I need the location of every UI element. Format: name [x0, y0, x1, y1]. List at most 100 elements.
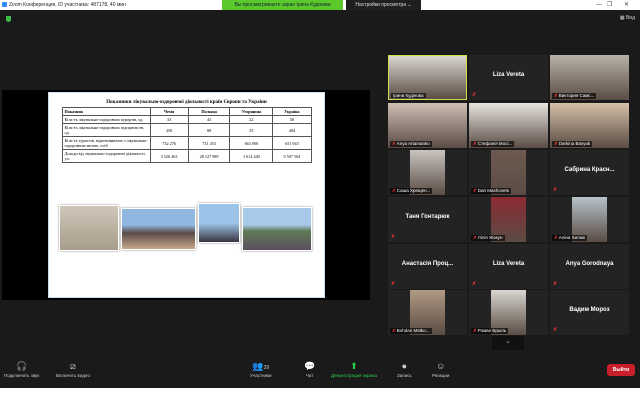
table-cell: Кіль-ть лікувально-оздоровчих курортів, …: [61, 115, 151, 124]
table-cell: Кіль-ть лікувально-оздоровчих підприємст…: [61, 123, 151, 137]
muted-mic-icon: ✗: [473, 141, 477, 146]
participant-name: Liza Vereta: [492, 261, 525, 267]
participant-tile[interactable]: Ірина Кудінова: [388, 55, 467, 100]
participant-tile[interactable]: ✗Darkina Basyuk: [550, 103, 629, 148]
muted-mic-icon: ✗: [553, 187, 558, 193]
slide-title: Показники лікувально-оздоровчої діяльнос…: [106, 100, 267, 105]
chat-button[interactable]: 💬 Чат: [304, 361, 315, 378]
participant-tile[interactable]: ✗Роман Брыль: [469, 290, 548, 335]
muted-mic-icon: ✗: [392, 188, 396, 193]
table-header: Показник Чехія Польща Угорщина Україна: [61, 107, 312, 116]
table-cell: 33: [149, 115, 189, 124]
table-cell: 58: [272, 115, 312, 124]
participants-count: 29: [263, 365, 270, 371]
participant-tile[interactable]: Liza Vereta ✗: [469, 244, 548, 289]
participant-name: Стефанія Мосі...: [477, 141, 513, 146]
minimize-button[interactable]: —: [596, 0, 602, 10]
view-options-button[interactable]: Настройки просмотра ⌄: [346, 0, 421, 10]
participant-name: Bohdan Matko...: [396, 328, 430, 333]
muted-mic-icon: ✗: [392, 328, 396, 333]
table-cell: 250: [149, 123, 189, 137]
muted-mic-icon: ✗: [554, 235, 558, 240]
participant-name-label: ✗Аліна Хилюк: [552, 235, 588, 241]
participant-name: Вадим Мороз: [569, 307, 610, 313]
participant-name: Anya Artamanko: [396, 141, 430, 146]
participant-name: Таня Гонтарюк: [405, 214, 450, 220]
participant-name-label: ✗Darkina Basyuk: [552, 141, 593, 147]
security-shield-icon[interactable]: [6, 16, 11, 22]
participant-tile[interactable]: Anya Gorodnaya ✗: [550, 244, 629, 289]
record-icon: ●: [401, 361, 408, 371]
participant-name-label: ✗Стефанія Мосі...: [471, 141, 515, 147]
participant-name-label: ✗Dari Mashovets: [471, 188, 512, 194]
muted-mic-icon: ✗: [392, 141, 396, 146]
table-cell: 663 000: [229, 136, 274, 150]
table-cell: 732 276: [149, 136, 189, 150]
header-cell: Чехія: [149, 107, 189, 116]
header-cell: Показник: [61, 107, 151, 116]
shared-screen: Показники лікувально-оздоровчої діяльнос…: [2, 90, 370, 300]
participants-icon: 👥29: [252, 361, 270, 371]
participant-tile[interactable]: Таня Гонтарюк ✗: [388, 197, 467, 242]
participant-name: Анастасія Проц...: [401, 261, 454, 267]
muted-mic-icon: ✗: [554, 141, 558, 146]
muted-mic-icon: ✗: [553, 281, 558, 287]
table-cell: 28 127 989: [187, 149, 231, 163]
start-video-button[interactable]: ⧄ Включить видео: [56, 361, 90, 378]
participant-name-label: ✗Лілія Жакун: [471, 235, 505, 241]
participants-button[interactable]: 👥29 Участники: [250, 361, 272, 378]
reactions-button[interactable]: ☺ Реакции: [432, 361, 449, 378]
table-cell: 9 507 504: [272, 149, 312, 163]
table-cell: 404: [272, 123, 312, 137]
share-screen-icon: ⬆: [350, 361, 358, 371]
participant-tile[interactable]: ✗Виктория Самс...: [550, 55, 629, 100]
muted-mic-icon: ✗: [472, 281, 477, 287]
participant-tile[interactable]: Вадим Мороз ✗: [550, 290, 629, 335]
participant-name: Darkina Basyuk: [558, 141, 591, 146]
participant-tile[interactable]: Liza Vereta ✗: [469, 55, 548, 100]
participant-tile[interactable]: ✗Стефанія Мосі...: [469, 103, 548, 148]
title-bar: Zoom Конференция, ID участника: 487178, …: [0, 0, 640, 10]
video-label: Включить видео: [56, 373, 90, 378]
table-row: Доходи від лікувально-оздоровчої діяльно…: [61, 149, 312, 163]
join-audio-button[interactable]: 🎧 Подключить звук: [4, 361, 39, 378]
participant-tile[interactable]: ✗Anya Artamanko: [388, 103, 467, 148]
participant-tile[interactable]: Сабрина Красн... ✗: [550, 150, 629, 195]
zoom-logo-icon: [2, 2, 7, 7]
participant-name: Саша Хрещен...: [396, 188, 431, 193]
participants-label: Участники: [250, 373, 272, 378]
participant-tile[interactable]: ✗Аліна Хилюк: [550, 197, 629, 242]
participant-name-label: ✗Bohdan Matko...: [390, 328, 432, 334]
table-cell: 22: [229, 115, 274, 124]
chat-label: Чат: [305, 373, 314, 378]
participant-name: Ірина Кудінова: [393, 93, 424, 98]
record-button[interactable]: ● Запись: [397, 361, 412, 378]
participant-name: Аліна Хилюк: [558, 235, 586, 240]
view-button[interactable]: ▦ Вид: [620, 15, 635, 21]
participant-name-label: ✗Роман Брыль: [471, 328, 509, 334]
participant-name-label: ✗Anya Artamanko: [390, 141, 432, 147]
participant-name: Liza Vereta: [492, 72, 525, 78]
table-cell: Доходи від лікувально-оздоровчої діяльно…: [61, 149, 151, 163]
participant-tile[interactable]: ✗Dari Mashovets: [469, 150, 548, 195]
participant-tile[interactable]: Анастасія Проц... ✗: [388, 244, 467, 289]
header-cell: Україна: [272, 107, 312, 116]
next-page-chevron-icon[interactable]: ⌄: [492, 336, 524, 350]
table-cell: 43: [187, 115, 231, 124]
presentation-slide: Показники лікувально-оздоровчої діяльнос…: [48, 92, 325, 298]
muted-mic-icon: ✗: [473, 235, 477, 240]
headphones-icon: 🎧: [16, 361, 28, 371]
muted-mic-icon: ✗: [473, 188, 477, 193]
participant-tile[interactable]: ✗Саша Хрещен...: [388, 150, 467, 195]
participant-tile[interactable]: ✗Лілія Жакун: [469, 197, 548, 242]
group-photo: [121, 208, 196, 250]
park-photo: [242, 207, 312, 251]
participant-name: Dari Mashovets: [477, 188, 510, 193]
leave-button[interactable]: Выйти: [607, 364, 635, 376]
participant-tile[interactable]: ✗Bohdan Matko...: [388, 290, 467, 335]
share-screen-button[interactable]: ⬆ Демонстрация экрана: [331, 361, 377, 378]
close-button[interactable]: ✕: [624, 0, 629, 10]
muted-mic-icon: ✗: [391, 234, 396, 240]
meeting-toolbar: 🎧 Подключить звук ⧄ Включить видео 👥29 Учас…: [0, 358, 640, 388]
maximize-button[interactable]: ❐: [607, 0, 612, 10]
